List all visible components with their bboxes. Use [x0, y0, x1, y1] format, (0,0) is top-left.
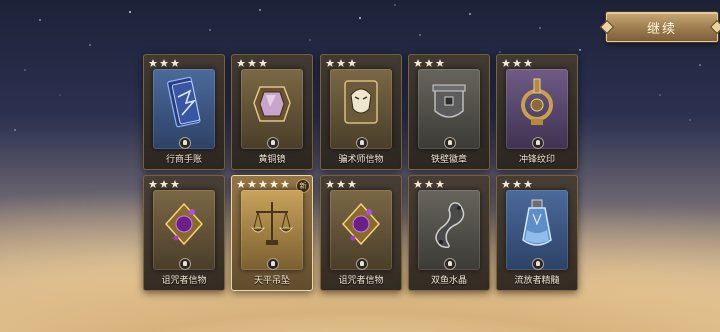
pawn-icon: [267, 137, 279, 149]
relic-name: 黄铜镜: [258, 155, 286, 165]
relic-name: 双鱼水晶: [430, 276, 467, 286]
pawn-icon: [267, 258, 279, 270]
cursed-token-icon: [341, 202, 381, 246]
pawn-icon: [444, 258, 456, 270]
relic-name: 骗术师信物: [338, 155, 384, 165]
relic-card[interactable]: 骗术师信物: [320, 54, 402, 170]
rarity-stars: [413, 179, 445, 189]
merchant-ledger-icon: [167, 76, 201, 128]
trickster-token-icon: [344, 80, 378, 124]
relic-name: 诅咒者信物: [161, 276, 207, 286]
relic-card[interactable]: 诅咒者信物: [320, 175, 402, 291]
relic-name: 诅咒者信物: [338, 276, 384, 286]
pawn-icon: [444, 137, 456, 149]
relic-card[interactable]: 流放者精髓: [496, 175, 578, 291]
relic-name: 行商手账: [165, 155, 202, 165]
charge-seal-icon: [521, 78, 553, 125]
relic-card[interactable]: 铁壁徽章: [408, 54, 490, 170]
relic-card[interactable]: 黄铜镜: [231, 54, 313, 170]
relic-card[interactable]: 冲锋纹印: [496, 54, 578, 170]
rarity-stars: [413, 58, 445, 68]
pawn-icon: [532, 137, 544, 149]
rarity-stars: [501, 58, 533, 68]
brass-mirror-icon: [253, 86, 291, 122]
relic-name: 流放者精髓: [514, 276, 560, 286]
rarity-stars: [148, 179, 180, 189]
pawn-icon: [179, 137, 191, 149]
scales-pendant-icon: [250, 202, 294, 245]
rarity-stars: [501, 179, 533, 189]
rarity-stars: [325, 179, 357, 189]
exile-essence-icon: [522, 199, 552, 246]
pawn-icon: [356, 137, 368, 149]
pawn-icon: [179, 258, 191, 270]
relic-name: 天平吊坠: [253, 276, 290, 286]
pisces-crystal-icon: [435, 202, 465, 249]
relic-card[interactable]: 新 天平吊坠: [231, 175, 313, 291]
rarity-stars: [236, 58, 268, 68]
relic-card[interactable]: 行商手账: [143, 54, 225, 170]
rarity-stars: [325, 58, 357, 68]
pawn-icon: [356, 258, 368, 270]
relic-card[interactable]: 双鱼水晶: [408, 175, 490, 291]
relic-card[interactable]: 诅咒者信物: [143, 175, 225, 291]
relic-name: 铁壁徽章: [430, 155, 467, 165]
relic-grid: 行商手账 黄铜镜 骗术师信物 铁壁徽章 冲锋纹印 诅咒者信物 新 天平吊坠 诅咒…: [0, 0, 720, 332]
rarity-stars: [148, 58, 180, 68]
pawn-icon: [532, 258, 544, 270]
rarity-stars: [236, 179, 290, 189]
cursed-token-icon: [164, 202, 204, 246]
iron-wall-badge-icon: [432, 84, 466, 118]
relic-name: 冲锋纹印: [518, 155, 555, 165]
